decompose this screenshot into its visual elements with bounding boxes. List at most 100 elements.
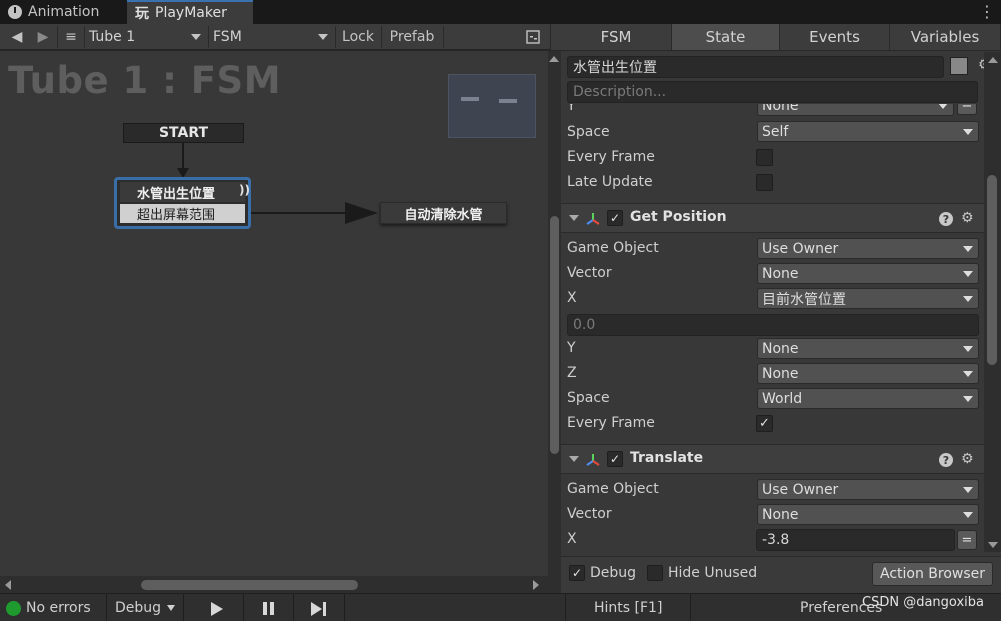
- pause-icon[interactable]: [263, 602, 274, 615]
- gear-icon[interactable]: ⚙: [961, 211, 975, 225]
- scroll-right-icon[interactable]: [533, 580, 539, 590]
- action-browser-button[interactable]: Action Browser: [872, 562, 993, 586]
- watermark-text: CSDN @dangoxiba: [862, 595, 984, 610]
- tab-variables[interactable]: Variables: [890, 24, 1001, 50]
- description-input[interactable]: Description...: [567, 81, 978, 103]
- help-icon[interactable]: ?: [939, 212, 953, 226]
- scroll-up-icon[interactable]: [988, 57, 998, 63]
- translate-vector-select[interactable]: None: [757, 504, 979, 525]
- hide-unused-checkbox[interactable]: [647, 565, 663, 581]
- action-enabled-checkbox[interactable]: ✓: [607, 451, 623, 467]
- tab-playmaker-label: PlayMaker: [155, 5, 227, 21]
- state-color-swatch[interactable]: [950, 57, 968, 75]
- space-select-2[interactable]: World: [757, 388, 979, 409]
- action-title: Get Position: [630, 209, 727, 225]
- x-value: 目前水管位置: [762, 291, 846, 308]
- every-frame-checkbox-2[interactable]: ✓: [756, 415, 773, 432]
- back-button[interactable]: ◀: [6, 26, 28, 48]
- hide-unused-label: Hide Unused: [668, 565, 758, 581]
- y-label: Y: [567, 340, 576, 356]
- inspector-tabs: FSM State Events Variables: [551, 24, 1001, 50]
- lock-button[interactable]: Lock: [336, 26, 380, 48]
- transition-lines: [177, 143, 378, 224]
- action-translate-header[interactable]: ✓ Translate ? ⚙: [561, 444, 985, 474]
- target-state-node[interactable]: 自动清除水管: [380, 202, 507, 224]
- fold-chevron-icon[interactable]: [569, 215, 579, 221]
- tab-events[interactable]: Events: [780, 24, 890, 50]
- scroll-thumb[interactable]: [141, 580, 358, 590]
- z-value: None: [762, 365, 799, 382]
- state-node-selected[interactable]: 水管出生位置 )) 超出屏幕范围: [114, 177, 251, 229]
- tab-fsm[interactable]: FSM: [561, 24, 672, 50]
- forward-button[interactable]: ▶: [32, 26, 54, 48]
- translate-x-input[interactable]: -3.8: [756, 529, 955, 551]
- x-float-input[interactable]: 0.0: [567, 314, 979, 336]
- scroll-left-icon[interactable]: [5, 580, 11, 590]
- transition-event[interactable]: 超出屏幕范围: [120, 204, 245, 223]
- variable-toggle-button[interactable]: =: [957, 530, 977, 550]
- tab-animation-label: Animation: [28, 4, 100, 20]
- game-object-label: Game Object: [567, 240, 659, 256]
- translate-vector-label: Vector: [567, 506, 612, 522]
- errors-status[interactable]: No errors: [26, 600, 91, 616]
- canvas-vertical-scrollbar[interactable]: [548, 51, 561, 593]
- scroll-thumb[interactable]: [550, 216, 559, 454]
- canvas-horizontal-scrollbar[interactable]: [0, 576, 548, 593]
- fsm-select[interactable]: FSM: [209, 26, 334, 48]
- inspector-bottom-bar: ✓ Debug Hide Unused Action Browser: [561, 556, 1001, 593]
- play-icon[interactable]: [211, 602, 223, 616]
- gear-icon[interactable]: ⚙: [961, 452, 975, 466]
- every-frame-checkbox[interactable]: [756, 149, 773, 166]
- prev-field-select[interactable]: None: [757, 104, 954, 116]
- variable-toggle-button[interactable]: =: [957, 104, 977, 115]
- chevron-down-icon: [963, 271, 973, 277]
- space-select[interactable]: Self: [757, 121, 979, 142]
- scroll-down-icon[interactable]: [988, 542, 998, 548]
- space-label-2: Space: [567, 390, 610, 406]
- minimap-toggle-icon[interactable]: [521, 26, 545, 48]
- game-object-select[interactable]: Use Owner: [757, 238, 979, 259]
- chevron-down-icon: [963, 246, 973, 252]
- debug-menu-label[interactable]: Debug: [115, 600, 161, 616]
- more-options-icon[interactable]: ⋮: [979, 2, 995, 21]
- scroll-thumb[interactable]: [987, 175, 997, 365]
- help-icon[interactable]: ?: [939, 453, 953, 467]
- y-select[interactable]: None: [757, 338, 979, 359]
- prefab-button[interactable]: Prefab: [382, 26, 442, 48]
- y-value: None: [762, 340, 799, 357]
- translate-game-object-select[interactable]: Use Owner: [757, 479, 979, 500]
- gameobject-select[interactable]: Tube 1: [85, 26, 207, 48]
- action-get-position-header[interactable]: ✓ Get Position ? ⚙: [561, 203, 985, 233]
- tab-playmaker[interactable]: 玩 PlayMaker: [127, 0, 253, 24]
- x-select[interactable]: 目前水管位置: [757, 288, 979, 309]
- hints-button[interactable]: Hints [F1]: [594, 600, 662, 616]
- inspector-vertical-scrollbar[interactable]: [984, 52, 1001, 552]
- scroll-up-icon[interactable]: [549, 56, 559, 62]
- game-object-value: Use Owner: [762, 240, 839, 257]
- action-title: Translate: [630, 450, 704, 466]
- step-icon[interactable]: [311, 602, 322, 616]
- start-node[interactable]: START: [123, 123, 244, 143]
- x-label: X: [567, 290, 577, 306]
- late-update-checkbox[interactable]: [756, 174, 773, 191]
- status-bar: No errors Debug Hints [F1] Preferences: [0, 593, 1001, 621]
- fsm-graph-canvas[interactable]: Tube 1 : FSM START 水管出生位置 )) 超出屏幕范围 自动清除…: [0, 51, 548, 576]
- chevron-down-icon[interactable]: [167, 605, 175, 611]
- state-name-input[interactable]: 水管出生位置: [567, 56, 944, 78]
- z-select[interactable]: None: [757, 363, 979, 384]
- debug-checkbox[interactable]: ✓: [569, 565, 585, 581]
- fold-chevron-icon[interactable]: [569, 456, 579, 462]
- tab-state[interactable]: State: [672, 24, 780, 50]
- action-enabled-checkbox[interactable]: ✓: [607, 210, 623, 226]
- space-select-value: Self: [762, 123, 789, 140]
- vector-select[interactable]: None: [757, 263, 979, 284]
- chevron-down-icon: [191, 34, 201, 40]
- chevron-down-icon: [963, 512, 973, 518]
- debug-label: Debug: [590, 565, 637, 581]
- menu-icon[interactable]: ≡: [59, 26, 83, 48]
- tab-animation[interactable]: Animation: [0, 0, 125, 24]
- state-node-title: 水管出生位置 )): [120, 182, 250, 202]
- status-ok-icon: [6, 601, 21, 616]
- fsm-toolbar: ◀ ▶ ≡ Tube 1 FSM Lock Prefab: [0, 24, 550, 50]
- chevron-down-icon: [963, 129, 973, 135]
